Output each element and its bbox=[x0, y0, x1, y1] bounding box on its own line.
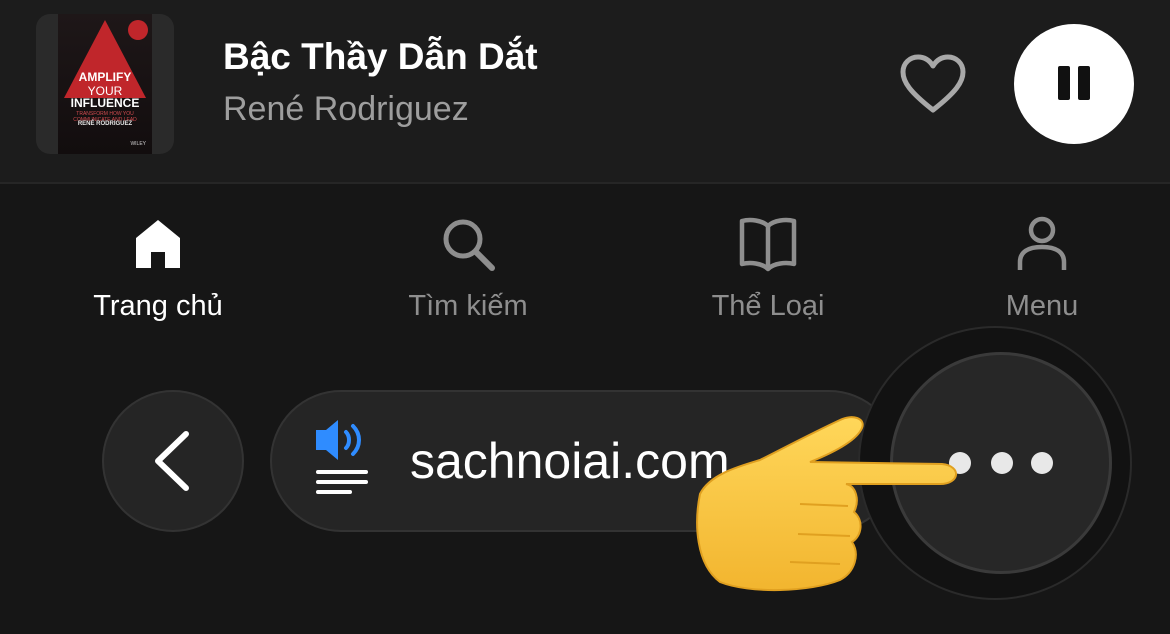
user-icon bbox=[1017, 216, 1067, 270]
book-icon bbox=[739, 217, 797, 272]
favorite-button[interactable] bbox=[900, 54, 966, 114]
cover-badge bbox=[128, 20, 148, 40]
speaker-icon[interactable] bbox=[312, 416, 372, 496]
cover-publisher: WILEY bbox=[130, 141, 146, 147]
nav-item-home[interactable]: Trang chủ bbox=[48, 214, 268, 334]
more-options-button[interactable] bbox=[890, 352, 1112, 574]
home-icon bbox=[136, 220, 180, 268]
nav-item-search[interactable]: Tìm kiếm bbox=[358, 214, 578, 334]
url-text: sachnoiai.com bbox=[410, 433, 730, 489]
nav-label-genres: Thể Loại bbox=[711, 290, 825, 322]
address-bar[interactable]: sachnoiai.com bbox=[270, 390, 900, 532]
nav-label-home: Trang chủ bbox=[93, 290, 223, 322]
cover-author: RENÉ RODRIGUEZ bbox=[77, 121, 133, 127]
now-playing-bar[interactable]: AMPLIFY YOUR INFLUENCE TRANSFORM HOW YOU… bbox=[0, 0, 1170, 184]
chevron-left-icon bbox=[155, 431, 189, 491]
bottom-nav: Trang chủ Tìm kiếm Thể Loại Menu bbox=[0, 184, 1170, 334]
pause-button[interactable] bbox=[1014, 24, 1134, 144]
nav-item-menu[interactable]: Menu bbox=[932, 214, 1152, 334]
book-cover-thumbnail[interactable]: AMPLIFY YOUR INFLUENCE TRANSFORM HOW YOU… bbox=[36, 14, 174, 154]
cover-title-line3: INFLUENCE bbox=[70, 96, 140, 110]
nav-item-genres[interactable]: Thể Loại bbox=[658, 214, 878, 334]
nav-label-search: Tìm kiếm bbox=[408, 290, 528, 322]
track-title[interactable]: Bậc Thầy Dẫn Dắt bbox=[223, 36, 538, 78]
heart-outline-icon bbox=[900, 54, 966, 113]
nav-label-menu: Menu bbox=[1005, 290, 1079, 322]
app-screen: AMPLIFY YOUR INFLUENCE TRANSFORM HOW YOU… bbox=[0, 0, 1170, 634]
search-icon bbox=[443, 219, 495, 271]
track-author[interactable]: René Rodriguez bbox=[223, 90, 469, 129]
cover-title-line1: AMPLIFY bbox=[78, 70, 132, 84]
book-cover: AMPLIFY YOUR INFLUENCE TRANSFORM HOW YOU… bbox=[58, 14, 152, 154]
back-button[interactable] bbox=[102, 390, 244, 532]
